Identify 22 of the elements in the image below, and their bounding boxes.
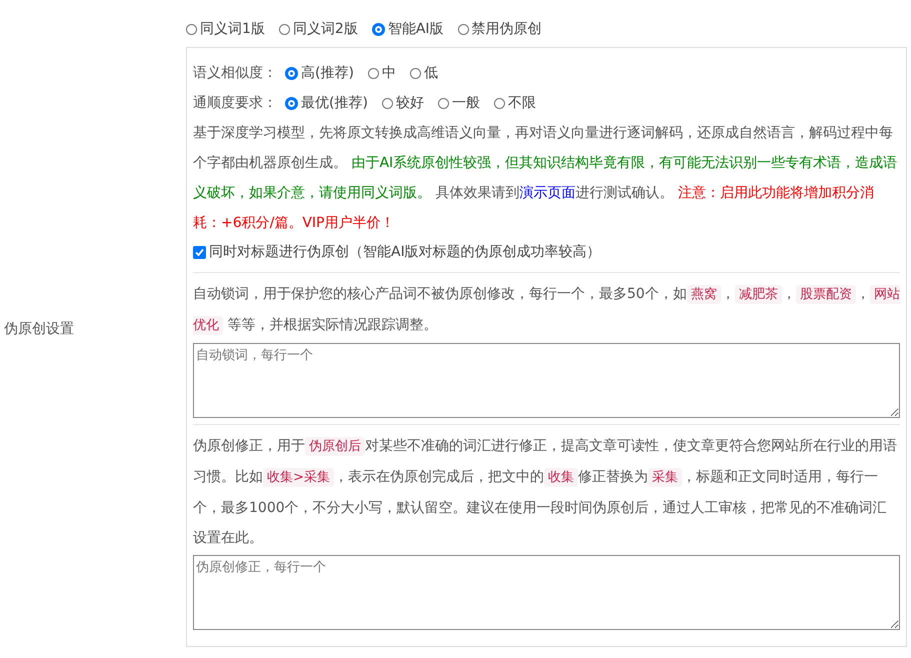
radio-option[interactable]: 中: [368, 64, 396, 82]
radio-option[interactable]: 较好: [382, 94, 424, 112]
input-field[interactable]: 自动锁词，每行一个: [193, 343, 900, 418]
description-text: 基于深度学习模型，先将原文转换成高维语义向量，再对语义向量进行逐词解码，还原成自然语言，解码过程中每个字都由机器原创生成。 由于AI系统原创性较强，但其知识结构毕竟有限，有可能无法识别一些专有术语，造成语义破坏，如果介意，请使用同义词版。 具体效果请到演示页面进行测试确认。 注意：启用此功能将增加积分消耗：+6积分/篇。VIP用户半价！: [193, 124, 898, 233]
radio-option[interactable]: 低: [410, 64, 438, 82]
input-field[interactable]: 伪原创修正，每行一个: [193, 555, 900, 630]
demo-link[interactable]: 演示页面: [519, 185, 576, 201]
field-label: 通顺度要求：: [193, 94, 277, 112]
radio-option[interactable]: 禁用伪原创: [458, 20, 542, 38]
radio-option[interactable]: 一般: [438, 94, 480, 112]
radio-option[interactable]: 智能AI版: [372, 20, 444, 38]
title-checkbox[interactable]: 同时对标题进行伪原创（智能AI版对标题的伪原创成功率较高）: [193, 238, 900, 266]
radio-option[interactable]: 不限: [494, 94, 536, 112]
radio-option[interactable]: 最优(推荐): [285, 94, 368, 112]
description-text: 自动锁词，用于保护您的核心产品词不被伪原创修改，每行一个，最多50个，如 燕窝 ， 减肥茶 ， 股票配资 ， 网站优化 等等，并根据实际情况跟踪调整。: [193, 284, 900, 337]
checkmark-icon: [195, 248, 204, 256]
radio-option[interactable]: 同义词1版: [186, 20, 265, 38]
description-text: 伪原创修正，用于 伪原创后 对某些不准确的词汇进行修正，提高文章可读性，使文章更符合您网站所在行业的用语习惯。比如 收集>采集 ，表示在伪原创完成后，把文中的 收集 修正替换为 采集 ，标题和正文同时适用，每行一个，最多1000个，不分大小写，默认留空。建议在使用一段时间伪原创后，通过人工审核，把常见的不准确词汇设置在此。: [193, 436, 898, 548]
radio-option[interactable]: 高(推荐): [285, 64, 354, 82]
radio-option[interactable]: 同义词2版: [278, 20, 358, 38]
field-label: 语义相似度：: [193, 64, 277, 82]
section-label: 伪原创设置: [4, 321, 74, 337]
